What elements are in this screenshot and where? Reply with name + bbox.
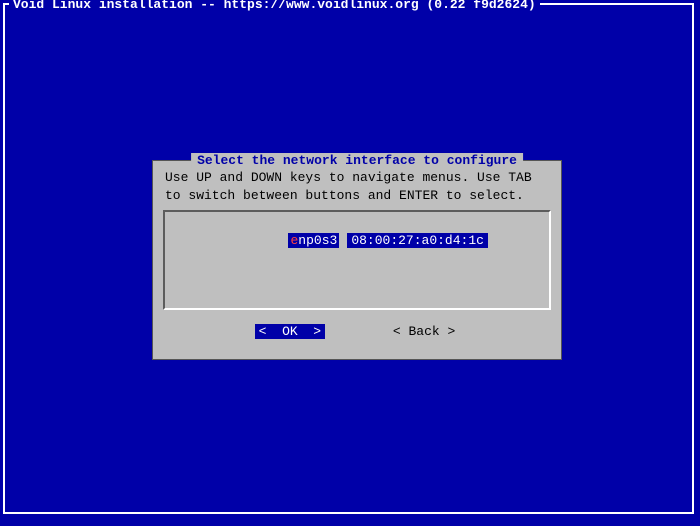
- installer-frame: Void Linux installation -- https://www.v…: [3, 3, 694, 514]
- interface-name: enp0s3: [288, 233, 339, 248]
- network-dialog: Select the network interface to configur…: [152, 160, 562, 360]
- interface-list[interactable]: enp0s3 08:00:27:a0:d4:1c: [163, 210, 551, 310]
- ok-button[interactable]: < OK >: [255, 324, 325, 339]
- dialog-title: Select the network interface to configur…: [191, 153, 523, 168]
- back-button[interactable]: < Back >: [389, 324, 459, 339]
- window-title: Void Linux installation -- https://www.v…: [9, 0, 540, 12]
- interface-item[interactable]: enp0s3 08:00:27:a0:d4:1c: [226, 218, 488, 263]
- dialog-buttons: < OK > < Back >: [153, 324, 561, 339]
- interface-mac: 08:00:27:a0:d4:1c: [347, 233, 488, 248]
